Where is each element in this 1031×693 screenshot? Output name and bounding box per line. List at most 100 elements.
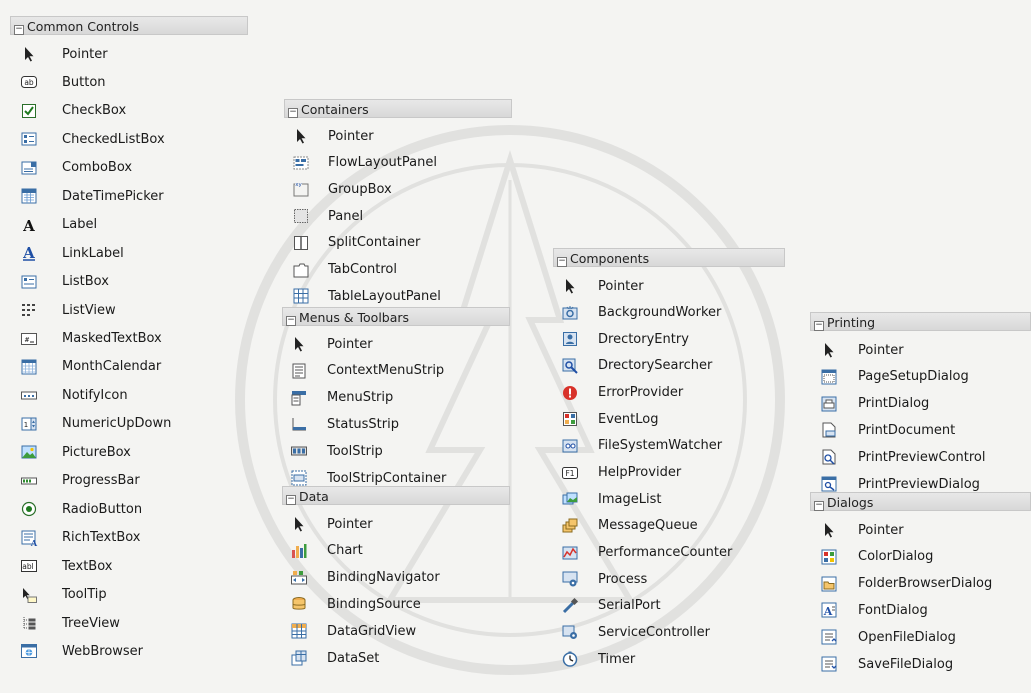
toolbox-item-tooltip[interactable]: ToolTip bbox=[10, 585, 107, 605]
contextmenustrip-icon bbox=[282, 362, 327, 380]
toolbox-item-openfiledialog[interactable]: OpenFileDialog bbox=[810, 627, 956, 647]
folderbrowserdialog-icon bbox=[810, 575, 858, 593]
toolbox-item-printdialog[interactable]: PrintDialog bbox=[810, 394, 929, 414]
toolbox-item-drectorysearcher[interactable]: DrectorySearcher bbox=[553, 356, 712, 376]
toolbox-item-folderbrowserdialog[interactable]: FolderBrowserDialog bbox=[810, 574, 992, 594]
toolbox-item-menustrip[interactable]: MenuStrip bbox=[282, 388, 393, 408]
toolbox-item-printpreviewdialog[interactable]: PrintPreviewDialog bbox=[810, 474, 980, 494]
toolbox-item-imagelist[interactable]: ImageList bbox=[553, 489, 661, 509]
toolbox-item-treeview[interactable]: TreeView bbox=[10, 613, 120, 633]
toolbox-item-statusstrip[interactable]: StatusStrip bbox=[282, 414, 399, 434]
toolbox-item-bindingsource[interactable]: BindingSource bbox=[282, 594, 421, 614]
group-header-common-controls[interactable]: − Common Controls bbox=[10, 16, 248, 35]
toolbox-item-pointer[interactable]: Pointer bbox=[284, 126, 374, 146]
toolbox-item-numericupdown[interactable]: 1 NumericUpDown bbox=[10, 414, 171, 434]
toolbox-item-maskedtextbox[interactable]: # MaskedTextBox bbox=[10, 329, 162, 349]
toolbox-item-filesystemwatcher[interactable]: FileSystemWatcher bbox=[553, 436, 722, 456]
toolbox-item-pointer[interactable]: Pointer bbox=[810, 520, 904, 540]
toolbox-item-helpprovider[interactable]: F1 HelpProvider bbox=[553, 463, 681, 483]
toolbox-item-dataset[interactable]: DataSet bbox=[282, 648, 379, 668]
toolbox-item-label: SplitContainer bbox=[328, 235, 421, 251]
toolbox-item-errorprovider[interactable]: ErrorProvider bbox=[553, 383, 683, 403]
toolbox-item-checkbox[interactable]: CheckBox bbox=[10, 101, 126, 121]
collapse-icon[interactable]: − bbox=[14, 25, 24, 35]
toolbox-item-tabcontrol[interactable]: TabControl bbox=[284, 260, 397, 280]
group-header-dialogs[interactable]: − Dialogs bbox=[810, 492, 1031, 511]
toolbox-item-eventlog[interactable]: EventLog bbox=[553, 409, 658, 429]
toolbox-item-picturebox[interactable]: PictureBox bbox=[10, 442, 131, 462]
collapse-icon[interactable]: − bbox=[286, 495, 296, 505]
toolbox-item-groupbox[interactable]: xy GroupBox bbox=[284, 179, 392, 199]
toolbox-item-label: Button bbox=[62, 74, 106, 90]
toolbox-item-pointer[interactable]: Pointer bbox=[10, 44, 108, 64]
toolbox-item-notifyicon[interactable]: NotifyIcon bbox=[10, 385, 128, 405]
toolbox-item-serialport[interactable]: SerialPort bbox=[553, 596, 661, 616]
toolbox-item-backgroundworker[interactable]: BackgroundWorker bbox=[553, 303, 721, 323]
group-header-data[interactable]: − Data bbox=[282, 486, 510, 505]
toolbox-item-label: SaveFileDialog bbox=[858, 656, 954, 672]
toolbox-item-checkedlistbox[interactable]: CheckedListBox bbox=[10, 129, 165, 149]
toolbox-item-pointer[interactable]: Pointer bbox=[282, 514, 373, 534]
toolbox-item-toolstrip[interactable]: ToolStrip bbox=[282, 441, 383, 461]
toolbox-item-savefiledialog[interactable]: SaveFileDialog bbox=[810, 654, 953, 674]
group-components: − Components Pointer BackgroundWorker Drect… bbox=[553, 248, 785, 688]
toolbox-item-panel[interactable]: Panel bbox=[284, 206, 363, 226]
collapse-icon[interactable]: − bbox=[814, 501, 824, 511]
timer-icon bbox=[553, 650, 598, 668]
toolbox-item-contextmenustrip[interactable]: ContextMenuStrip bbox=[282, 361, 444, 381]
groupbox-icon: xy bbox=[284, 180, 328, 198]
listview-icon bbox=[10, 301, 62, 319]
toolbox-item-printdocument[interactable]: PrintDocument bbox=[810, 420, 955, 440]
toolbox-item-listbox[interactable]: ListBox bbox=[10, 272, 109, 292]
toolbox-item-progressbar[interactable]: ProgressBar bbox=[10, 471, 140, 491]
toolbox-item-datetimepicker[interactable]: DateTimePicker bbox=[10, 186, 164, 206]
toolbox-item-printpreviewcontrol[interactable]: PrintPreviewControl bbox=[810, 447, 986, 467]
toolbox-item-button[interactable]: ab Button bbox=[10, 72, 106, 92]
collapse-icon[interactable]: − bbox=[557, 257, 567, 267]
toolbox-item-monthcalendar[interactable]: MonthCalendar bbox=[10, 357, 161, 377]
toolbox-item-textbox[interactable]: abl TextBox bbox=[10, 556, 112, 576]
toolbox-item-performancecounter[interactable]: PerformanceCounter bbox=[553, 543, 732, 563]
toolbox-item-pointer[interactable]: Pointer bbox=[553, 276, 644, 296]
toolbox-item-label: PrintDocument bbox=[858, 422, 956, 438]
collapse-icon[interactable]: − bbox=[288, 108, 298, 118]
group-header-printing[interactable]: − Printing bbox=[810, 312, 1031, 331]
collapse-icon[interactable]: − bbox=[286, 316, 296, 326]
toolbox-item-servicecontroller[interactable]: ServiceController bbox=[553, 622, 710, 642]
toolstripcontainer-icon bbox=[282, 469, 327, 487]
toolbox-item-toolstripcontainer[interactable]: ToolStripContainer bbox=[282, 468, 446, 488]
toolbox-item-chart[interactable]: Chart bbox=[282, 541, 363, 561]
toolbox-item-listview[interactable]: ListView bbox=[10, 300, 116, 320]
toolbox-item-colordialog[interactable]: ColorDialog bbox=[810, 547, 933, 567]
toolbox-item-messagequeue[interactable]: MessageQueue bbox=[553, 516, 698, 536]
toolbox-item-timer[interactable]: Timer bbox=[553, 649, 635, 669]
colordialog-icon bbox=[810, 548, 858, 566]
toolbox-item-webbrowser[interactable]: WebBrowser bbox=[10, 641, 143, 661]
toolbox-item-drectoryentry[interactable]: DrectoryEntry bbox=[553, 329, 689, 349]
item-list: Pointer ContextMenuStrip MenuStrip StatusSt… bbox=[282, 326, 510, 507]
toolbox-item-fontdialog[interactable]: A FontDialog bbox=[810, 600, 928, 620]
toolbox-item-splitcontainer[interactable]: SplitContainer bbox=[284, 233, 420, 253]
collapse-icon[interactable]: − bbox=[814, 321, 824, 331]
toolbox-item-datagridview[interactable]: DataGridView bbox=[282, 621, 416, 641]
toolbox-item-richtextbox[interactable]: A RichTextBox bbox=[10, 528, 141, 548]
toolbox-item-radiobutton[interactable]: RadioButton bbox=[10, 499, 142, 519]
toolbox-item-label: MonthCalendar bbox=[62, 359, 162, 375]
toolbox-item-bindingnavigator[interactable]: BindingNavigator bbox=[282, 568, 440, 588]
toolbox-item-combobox[interactable]: ComboBox bbox=[10, 158, 132, 178]
toolbox-item-flowlayoutpanel[interactable]: FlowLayoutPanel bbox=[284, 153, 437, 173]
group-header-components[interactable]: − Components bbox=[553, 248, 785, 267]
group-header-containers[interactable]: − Containers bbox=[284, 99, 512, 118]
group-header-menus-toolbars[interactable]: − Menus & Toolbars bbox=[282, 307, 510, 326]
toolbox-item-pagesetupdialog[interactable]: PageSetupDialog bbox=[810, 367, 969, 387]
toolbox-item-tablelayoutpanel[interactable]: TableLayoutPanel bbox=[284, 286, 441, 306]
toolbox-item-label: ColorDialog bbox=[858, 549, 934, 565]
toolbox-item-pointer[interactable]: Pointer bbox=[282, 334, 373, 354]
toolbox-item-label[interactable]: A Label bbox=[10, 215, 97, 235]
toolbox-item-pointer[interactable]: Pointer bbox=[810, 340, 904, 360]
pointer-icon bbox=[553, 277, 598, 295]
toolbox-item-linklabel[interactable]: A LinkLabel bbox=[10, 243, 124, 263]
group-containers: − Containers Pointer FlowLayoutPanel xy Grou… bbox=[284, 99, 512, 325]
toolbox-item-label: ErrorProvider bbox=[598, 385, 684, 401]
toolbox-item-process[interactable]: Process bbox=[553, 569, 647, 589]
